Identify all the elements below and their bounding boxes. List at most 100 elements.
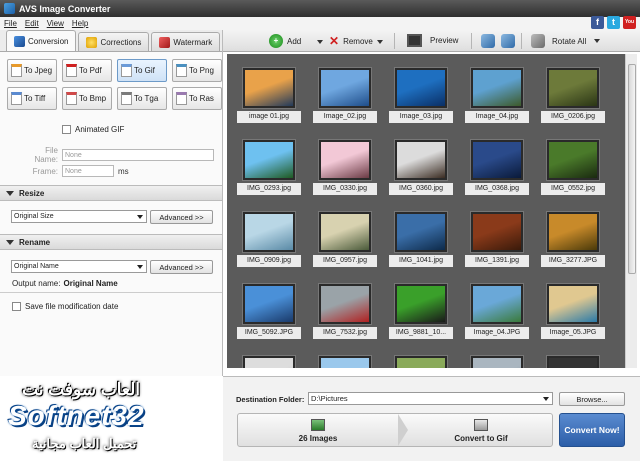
format-to-tiff-button[interactable]: To Tiff [7, 87, 57, 110]
twitter-icon[interactable]: t [607, 16, 620, 29]
tab-label: Conversion [28, 36, 69, 46]
image-thumbnail[interactable]: IMG_0957.jpg [313, 208, 377, 272]
app-icon [4, 3, 15, 14]
image-thumbnail[interactable]: IMG_0360.jpg [389, 136, 453, 200]
image-thumbnail[interactable]: IMG_1041.jpg [389, 208, 453, 272]
youtube-icon[interactable]: You [623, 16, 636, 29]
format-to-bmp-button[interactable]: To Bmp [62, 87, 112, 110]
add-button[interactable]: + Add [269, 34, 301, 48]
frame-unit: ms [118, 166, 129, 176]
thumbnail-caption: image 01.jpg [237, 111, 301, 123]
save-date-checkbox[interactable] [12, 302, 21, 311]
format-label: To Tiff [24, 94, 46, 103]
image-thumbnail[interactable]: Image_04.JPG [465, 280, 529, 344]
rename-select[interactable]: Original Name [11, 260, 147, 273]
rename-advanced-button[interactable]: Advanced >> [150, 260, 213, 274]
menu-view[interactable]: View [47, 19, 64, 28]
image-thumbnail[interactable]: IMG_0293.jpg [237, 136, 301, 200]
format-label: To Ras [189, 94, 214, 103]
image-thumbnail[interactable] [541, 352, 605, 368]
image-thumbnail[interactable]: IMG_1391.jpg [465, 208, 529, 272]
rotate-all-label: Rotate All [552, 36, 587, 46]
format-to-gif-button[interactable]: To Gif [117, 59, 167, 82]
scrollbar-thumb[interactable] [628, 64, 636, 274]
tab-watermark[interactable]: Watermark [151, 32, 221, 51]
format-to-jpeg-button[interactable]: To Jpeg [7, 59, 57, 82]
format-to-ras-button[interactable]: To Ras [172, 87, 222, 110]
image-thumbnail[interactable]: Image_02.jpg [313, 64, 377, 128]
rotate-all-button[interactable]: Rotate All [531, 34, 601, 48]
menu-file[interactable]: File [4, 19, 17, 28]
chevron-down-icon [594, 39, 601, 43]
thumbnail-caption: Image_04.jpg [465, 111, 529, 123]
thumbnail-caption: Image_03.jpg [389, 111, 453, 123]
image-thumbnail[interactable]: IMG_0330.jpg [313, 136, 377, 200]
conversion-icon [14, 35, 25, 47]
convert-to-label: Convert to Gif [454, 434, 508, 443]
image-thumbnail[interactable] [389, 352, 453, 368]
image-thumbnail[interactable]: IMG_7532.jpg [313, 280, 377, 344]
image-thumbnail[interactable] [313, 352, 377, 368]
image-gallery: image 01.jpg Image_02.jpg Image_03.jpg Imag… [227, 54, 625, 368]
image-thumbnail[interactable]: IMG_0368.jpg [465, 136, 529, 200]
image-thumbnail[interactable]: IMG_0909.jpg [237, 208, 301, 272]
image-thumbnail[interactable]: IMG_5092.JPG [237, 280, 301, 344]
image-thumbnail[interactable]: Image_05.JPG [541, 280, 605, 344]
separator [521, 33, 522, 49]
file-name-input[interactable]: None [62, 149, 214, 161]
image-thumbnail[interactable]: image 01.jpg [237, 64, 301, 128]
tab-conversion[interactable]: Conversion [6, 30, 77, 51]
image-thumbnail[interactable]: IMG_0552.jpg [541, 136, 605, 200]
resize-select[interactable]: Original Size [11, 210, 147, 223]
thumbnail-frame [470, 211, 524, 253]
image-thumbnail[interactable]: IMG_9881_10... [389, 280, 453, 344]
facebook-icon[interactable]: f [591, 16, 604, 29]
thumbnail-image [397, 142, 445, 178]
conversion-steps: 26 Images Convert to Gif [237, 413, 553, 447]
thumbnail-frame [242, 139, 296, 181]
image-thumbnail[interactable] [237, 352, 301, 368]
rename-title: Rename [19, 237, 51, 247]
format-to-png-button[interactable]: To Png [172, 59, 222, 82]
browse-button[interactable]: Browse... [559, 392, 625, 406]
gif-file-icon [474, 419, 488, 431]
convert-now-button[interactable]: Convert Now! [559, 413, 625, 447]
thumbnail-image [397, 70, 445, 106]
gallery-scrollbar[interactable] [625, 54, 637, 368]
menu-edit[interactable]: Edit [25, 19, 39, 28]
format-to-pdf-button[interactable]: To Pdf [62, 59, 112, 82]
image-thumbnail[interactable]: IMG_3277.JPG [541, 208, 605, 272]
remove-label: Remove [343, 36, 373, 46]
file-format-icon [66, 92, 77, 105]
animated-gif-checkbox[interactable] [62, 125, 71, 134]
thumbnail-frame [546, 211, 600, 253]
remove-button[interactable]: ✕ Remove [329, 34, 373, 48]
image-thumbnail[interactable]: Image_04.jpg [465, 64, 529, 128]
thumbnail-caption: IMG_0909.jpg [237, 255, 301, 267]
destination-field[interactable]: D:\Pictures [308, 392, 553, 405]
preview-button[interactable]: Preview [407, 34, 458, 47]
format-to-tga-button[interactable]: To Tga [117, 87, 167, 110]
rename-section-header[interactable]: Rename [0, 234, 222, 250]
format-buttons: To Jpeg To Pdf To Gif To Png To Tiff To Bmp To… [0, 52, 222, 110]
rotate-left-icon[interactable] [481, 34, 495, 48]
resize-advanced-button[interactable]: Advanced >> [150, 210, 213, 224]
thumbnail-image [473, 70, 521, 106]
resize-section-header[interactable]: Resize [0, 185, 222, 201]
thumbnail-frame [242, 355, 296, 368]
thumbnail-frame [318, 211, 372, 253]
menu-help[interactable]: Help [72, 19, 88, 28]
rotate-right-icon[interactable] [501, 34, 515, 48]
image-thumbnail[interactable]: Image_03.jpg [389, 64, 453, 128]
remove-dropdown-caret[interactable] [377, 40, 383, 44]
thumbnail-frame [394, 67, 448, 109]
add-dropdown-caret[interactable] [317, 40, 323, 44]
thumbnail-image [321, 286, 369, 322]
frame-stepper[interactable]: None [62, 165, 114, 177]
image-thumbnail[interactable] [465, 352, 529, 368]
image-thumbnail[interactable]: IMG_0206.jpg [541, 64, 605, 128]
destination-label: Destination Folder: [236, 395, 305, 404]
tab-corrections[interactable]: Corrections [78, 32, 150, 51]
add-label: Add [287, 36, 302, 46]
separator [471, 33, 472, 49]
